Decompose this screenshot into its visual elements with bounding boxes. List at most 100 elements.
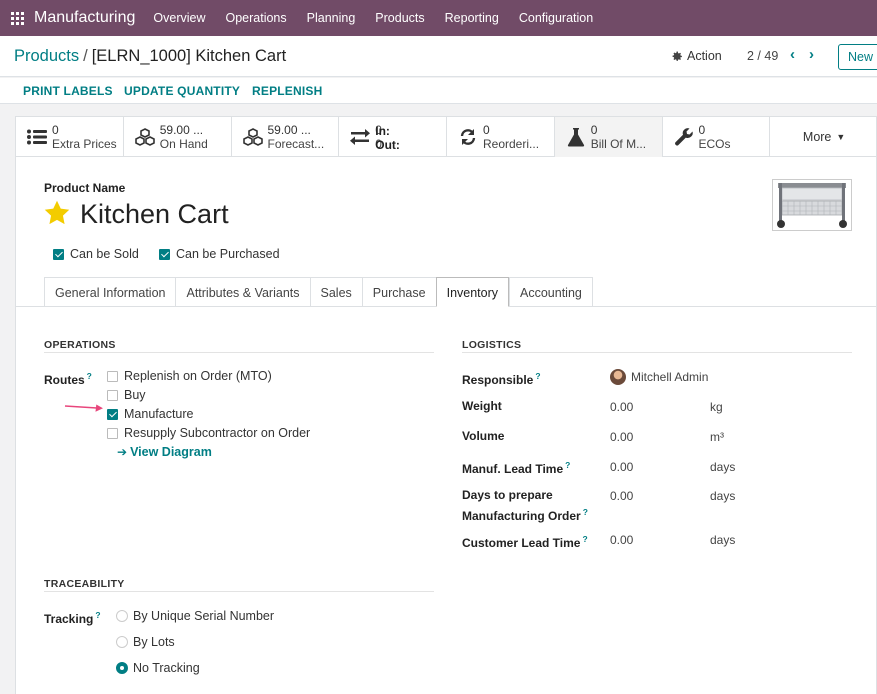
cubes-icon <box>134 126 156 148</box>
on-hand-button[interactable]: 59.00 ... On Hand <box>124 117 232 157</box>
operations-section-title: OPERATIONS <box>44 339 116 351</box>
pager-value[interactable]: 2 / 49 <box>747 49 778 63</box>
traceability-rule <box>44 591 434 592</box>
menu-planning[interactable]: Planning <box>307 11 356 25</box>
route-buy-checkbox[interactable]: Buy <box>107 388 146 402</box>
action-label: Action <box>687 49 722 63</box>
product-image[interactable] <box>772 179 852 231</box>
radio-icon <box>116 636 128 648</box>
tracking-none-radio[interactable]: No Tracking <box>116 661 200 675</box>
tracking-serial-label: By Unique Serial Number <box>133 609 275 623</box>
responsible-label: Responsible? <box>462 368 541 389</box>
can-be-purchased-label: Can be Purchased <box>176 247 280 261</box>
route-mto-label: Replenish on Order (MTO) <box>124 369 272 383</box>
radio-selected-icon <box>116 662 128 674</box>
tracking-lots-label: By Lots <box>133 635 175 649</box>
tracking-lots-radio[interactable]: By Lots <box>116 635 175 649</box>
extra-prices-value: 0 <box>52 123 59 137</box>
menu-configuration[interactable]: Configuration <box>519 11 593 25</box>
tab-sales[interactable]: Sales <box>309 277 362 307</box>
more-button[interactable]: More ▼ <box>770 117 877 157</box>
tab-inventory[interactable]: Inventory <box>435 277 510 307</box>
weight-label: Weight <box>462 399 502 413</box>
routes-label: Routes? <box>44 368 92 389</box>
tracking-none-label: No Tracking <box>133 661 200 675</box>
arrow-right-icon: ➔ <box>117 445 128 459</box>
help-icon[interactable]: ? <box>95 610 100 620</box>
customer-lead-time-input[interactable]: 0.00 <box>610 533 633 547</box>
menu-operations[interactable]: Operations <box>225 11 286 25</box>
gear-icon <box>672 51 682 61</box>
manuf-lead-time-label-text: Manuf. Lead Time <box>462 462 564 476</box>
weight-input[interactable]: 0.00 <box>610 400 633 414</box>
avatar <box>610 369 626 385</box>
bill-of-materials-button[interactable]: 0 Bill Of M... <box>554 117 663 157</box>
pager-next-icon[interactable]: › <box>809 46 814 63</box>
help-icon[interactable]: ? <box>565 460 570 470</box>
form-sheet: 0 Extra Prices 59.00 ... On Hand 59.00 ...… <box>15 116 877 694</box>
view-diagram-link[interactable]: ➔ View Diagram <box>117 445 212 459</box>
apps-menu-icon[interactable] <box>0 0 34 36</box>
help-icon[interactable]: ? <box>582 534 587 544</box>
extra-prices-label: Extra Prices <box>52 137 117 151</box>
app-name[interactable]: Manufacturing <box>34 9 135 27</box>
menu-overview[interactable]: Overview <box>153 11 205 25</box>
control-panel: Products / [ELRN_1000] Kitchen Cart Action… <box>0 36 877 77</box>
forecast-button[interactable]: 59.00 ... Forecast... <box>232 117 340 157</box>
out-label: Out: <box>375 138 400 152</box>
bom-label: Bill Of M... <box>590 137 647 151</box>
kitchen-cart-image <box>777 183 847 228</box>
can-be-purchased-checkbox[interactable]: Can be Purchased <box>159 247 280 261</box>
extra-prices-button[interactable]: 0 Extra Prices <box>16 117 124 157</box>
logistics-section-title: LOGISTICS <box>462 339 522 351</box>
days-to-prepare-input[interactable]: 0.00 <box>610 489 633 503</box>
favorite-star-icon[interactable] <box>43 199 71 227</box>
help-icon[interactable]: ? <box>535 371 540 381</box>
update-quantity-button[interactable]: UPDATE QUANTITY <box>124 84 240 98</box>
tab-purchase[interactable]: Purchase <box>361 277 436 307</box>
manuf-lead-time-unit: days <box>710 460 736 474</box>
traceability-section-title: TRACEABILITY <box>44 578 125 590</box>
menu-products[interactable]: Products <box>375 11 424 25</box>
tab-general-information[interactable]: General Information <box>44 277 176 307</box>
reordering-button[interactable]: 0 Reorderi... <box>447 117 555 157</box>
help-icon[interactable]: ? <box>583 507 588 517</box>
ecos-button[interactable]: 0 ECOs <box>663 117 771 157</box>
forecast-label: Forecast... <box>267 137 325 151</box>
new-button[interactable]: New <box>838 44 877 70</box>
refresh-icon <box>457 126 479 148</box>
product-name[interactable]: Kitchen Cart <box>80 199 229 230</box>
tab-accounting[interactable]: Accounting <box>509 277 593 307</box>
help-icon[interactable]: ? <box>87 371 92 381</box>
responsible-field[interactable]: Mitchell Admin <box>610 369 708 385</box>
ecos-value: 0 <box>698 123 706 137</box>
forecast-value: 59.00 ... <box>267 123 311 137</box>
checkbox-checked-icon <box>159 248 170 260</box>
print-labels-button[interactable]: PRINT LABELS <box>23 84 113 98</box>
menu-reporting[interactable]: Reporting <box>445 11 499 25</box>
view-diagram-label: View Diagram <box>130 445 212 459</box>
tab-attributes-variants[interactable]: Attributes & Variants <box>175 277 310 307</box>
checkbox-icon <box>107 427 118 439</box>
manuf-lead-time-input[interactable]: 0.00 <box>610 460 633 474</box>
replenish-button[interactable]: REPLENISH <box>252 84 322 98</box>
checkbox-checked-icon <box>53 248 64 260</box>
can-be-sold-checkbox[interactable]: Can be Sold <box>53 247 139 261</box>
breadcrumb-products[interactable]: Products <box>14 47 79 65</box>
action-button[interactable]: Action <box>672 49 722 63</box>
in-out-button[interactable]: In: 0 Out: 0 <box>339 117 447 157</box>
volume-input[interactable]: 0.00 <box>610 430 633 444</box>
tracking-serial-radio[interactable]: By Unique Serial Number <box>116 609 274 623</box>
manuf-lead-time-label: Manuf. Lead Time? <box>462 457 570 478</box>
route-mto-checkbox[interactable]: Replenish on Order (MTO) <box>107 369 272 383</box>
route-subcontractor-checkbox[interactable]: Resupply Subcontractor on Order <box>107 426 310 440</box>
pager-previous-icon[interactable]: ‹ <box>790 46 795 63</box>
volume-unit: m³ <box>710 430 724 444</box>
product-name-label: Product Name <box>44 181 126 195</box>
top-navbar: Manufacturing Overview Operations Planni… <box>0 0 877 36</box>
ecos-label: ECOs <box>698 137 731 151</box>
customer-lead-time-label-text: Customer Lead Time <box>462 536 581 550</box>
caret-down-icon: ▼ <box>836 132 846 142</box>
reordering-label: Reorderi... <box>483 137 540 151</box>
route-manufacture-checkbox[interactable]: Manufacture <box>107 407 193 421</box>
